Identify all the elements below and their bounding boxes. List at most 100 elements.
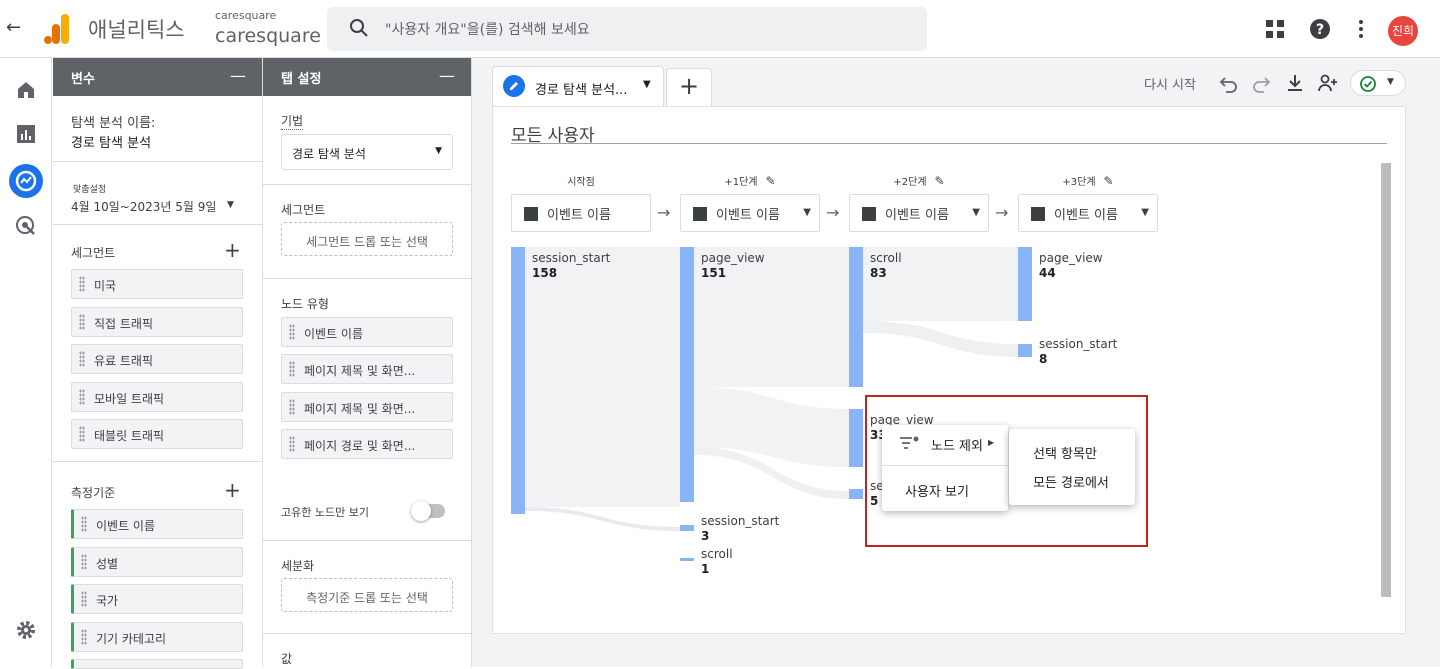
more-vert-icon[interactable] [1349, 17, 1373, 41]
flow-links [525, 247, 1018, 531]
drag-handle-icon[interactable] [79, 314, 85, 330]
home-icon[interactable] [14, 78, 38, 102]
node-type-chip[interactable]: 페이지 제목 및 화면... [281, 392, 453, 422]
segment-label: 미국 [94, 279, 117, 293]
drag-handle-icon[interactable] [289, 399, 295, 415]
drag-handle-icon[interactable] [289, 361, 295, 377]
exploration-name[interactable]: 경로 탐색 분석 [71, 132, 151, 151]
undo-icon[interactable] [1218, 72, 1240, 94]
segment-label: 직접 트래픽 [94, 317, 154, 331]
segment-chip[interactable]: 태블릿 트래픽 [71, 419, 243, 449]
variables-title: 변수 [71, 72, 95, 87]
add-tab-button[interactable]: + [666, 68, 712, 106]
node-value: 158 [532, 266, 558, 280]
only-selected-item[interactable]: 선택 항목만 [1033, 443, 1097, 462]
metric-chip[interactable]: 국가 [71, 584, 243, 614]
metric-label: 국가 [96, 594, 119, 608]
segment-chip[interactable]: 미국 [71, 269, 243, 299]
node-name: session_start [532, 251, 611, 265]
flow-link [525, 507, 680, 531]
search-bar[interactable]: "사용자 개요"을(를) 검색해 보세요 [327, 7, 927, 51]
node-bar-scroll[interactable] [680, 558, 694, 561]
metric-chip-partial[interactable] [71, 659, 243, 669]
drag-handle-icon[interactable] [79, 426, 85, 442]
add-segment-icon[interactable]: + [224, 238, 241, 262]
drag-handle-icon[interactable] [79, 276, 85, 292]
unique-nodes-toggle[interactable] [411, 501, 445, 521]
restart-button[interactable]: 다시 시작 [1144, 74, 1196, 93]
node-bar-page-view[interactable] [1018, 247, 1032, 321]
node-context-menu: 노드 제외 ▶ 사용자 보기 [882, 425, 1008, 511]
search-placeholder: "사용자 개요"을(를) 검색해 보세요 [385, 22, 590, 38]
variables-header: 변수 — [53, 58, 262, 96]
node-type-chip[interactable]: 페이지 제목 및 화면... [281, 354, 453, 384]
drag-handle-icon[interactable] [79, 351, 85, 367]
node-type-chip[interactable]: 이벤트 이름 [281, 317, 453, 347]
avatar[interactable]: 진희 [1388, 16, 1418, 46]
metric-chip[interactable]: 성별 [71, 547, 243, 577]
drag-handle-icon[interactable] [81, 554, 87, 570]
variables-panel: 변수 — 탐색 분석 이름: 경로 탐색 분석 맞춤설정 4월 10일~2023년… [53, 58, 263, 669]
drag-handle-icon[interactable] [79, 389, 85, 405]
node-type-name: 페이지 제목 및 화면... [304, 402, 416, 416]
segment-chip[interactable]: 모바일 트래픽 [71, 382, 243, 412]
node-label: session_start 158 [532, 251, 610, 281]
node-name: page_view [1039, 251, 1103, 265]
settings-gear-icon[interactable] [14, 618, 38, 642]
tab-path-exploration[interactable]: 경로 탐색 분석... ▼ [492, 66, 664, 106]
segment-chip[interactable]: 직접 트래픽 [71, 307, 243, 337]
view-users-item[interactable]: 사용자 보기 [905, 481, 969, 500]
property-name[interactable]: caresquare [215, 25, 321, 47]
node-bar-scroll[interactable] [849, 247, 863, 387]
reports-icon[interactable] [14, 122, 38, 146]
chevron-down-icon: ▼ [1387, 77, 1394, 87]
explore-nav-button[interactable] [9, 164, 43, 198]
date-dropdown-icon[interactable]: ▼ [227, 200, 234, 210]
node-bar-page-view[interactable] [849, 409, 863, 467]
date-range[interactable]: 4월 10일~2023년 5월 9일 [71, 198, 216, 215]
left-nav [0, 58, 52, 667]
advertising-icon[interactable] [14, 214, 38, 238]
drag-handle-icon[interactable] [81, 516, 87, 532]
minimize-icon[interactable]: — [230, 66, 246, 85]
segments-label: 세그먼트 [71, 246, 116, 260]
tab-dropdown-icon[interactable]: ▼ [643, 79, 651, 90]
custom-label: 맞춤설정 [73, 185, 107, 195]
svg-text:?: ? [1316, 22, 1324, 38]
drag-handle-icon[interactable] [81, 591, 87, 607]
node-bar-session-start[interactable] [849, 489, 863, 499]
node-label: session_start 8 [1039, 337, 1117, 367]
node-bar-page-view[interactable] [680, 247, 694, 502]
segment-drop-zone[interactable]: 세그먼트 드롭 또는 선택 [281, 222, 453, 256]
node-type-chip[interactable]: 페이지 경로 및 화면... [281, 429, 453, 459]
from-all-paths-item[interactable]: 모든 경로에서 [1033, 472, 1109, 491]
redo-icon[interactable] [1250, 72, 1272, 94]
metric-chip[interactable]: 기기 카테고리 [71, 622, 243, 652]
account-label[interactable]: caresquare [215, 9, 276, 22]
breakdown-drop-zone[interactable]: 측정기준 드롭 또는 선택 [281, 578, 453, 612]
exclude-node-item[interactable]: 노드 제외 [931, 435, 983, 454]
apps-grid-icon[interactable] [1263, 17, 1287, 41]
download-icon[interactable] [1284, 72, 1306, 94]
product-name: 애널리틱스 [88, 18, 185, 42]
minimize-icon[interactable]: — [439, 66, 455, 85]
node-bar-session-start[interactable] [1018, 344, 1032, 357]
drag-handle-icon[interactable] [289, 324, 295, 340]
segment-chip[interactable]: 유료 트래픽 [71, 344, 243, 374]
node-name: session_start [1039, 337, 1118, 351]
node-bar-session-start[interactable] [511, 247, 525, 514]
vertical-scrollbar[interactable] [1381, 163, 1391, 597]
drag-handle-icon[interactable] [289, 436, 295, 452]
node-bar-session-start[interactable] [680, 525, 694, 531]
status-check-dropdown[interactable]: ▼ [1350, 70, 1406, 96]
analytics-logo [44, 14, 69, 44]
values-label: 값 [281, 652, 293, 666]
add-metric-icon[interactable]: + [224, 478, 241, 502]
drag-handle-icon[interactable] [81, 629, 87, 645]
metric-chip[interactable]: 이벤트 이름 [71, 509, 243, 539]
share-person-add-icon[interactable] [1317, 72, 1339, 94]
tab-title: 경로 탐색 분석... [535, 83, 628, 98]
help-icon[interactable]: ? [1308, 17, 1332, 41]
back-arrow-icon[interactable]: ← [6, 17, 21, 38]
technique-select[interactable]: 경로 탐색 분석 ▼ [281, 134, 453, 170]
